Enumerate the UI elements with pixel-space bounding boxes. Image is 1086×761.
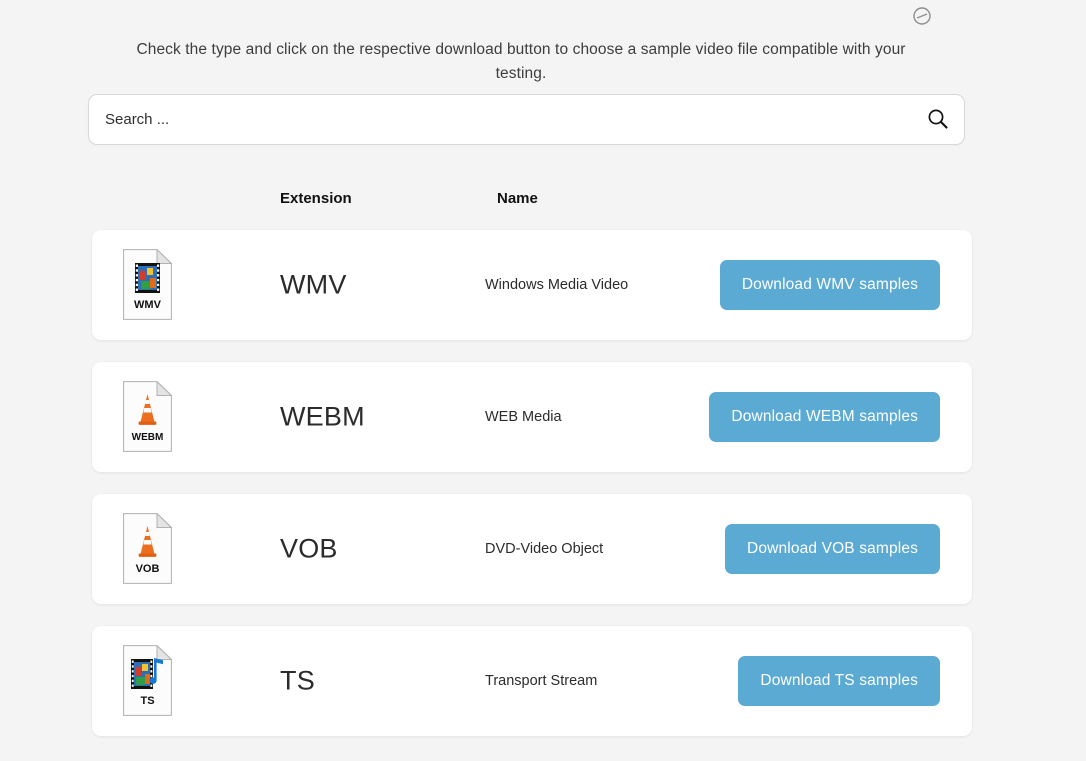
download-button[interactable]: Download WEBM samples bbox=[709, 392, 940, 442]
circle-slash-icon[interactable] bbox=[912, 6, 932, 26]
row-extension: WEBM bbox=[280, 401, 365, 432]
download-button[interactable]: Download TS samples bbox=[738, 656, 940, 706]
file-type-list: WMV WMV Windows Media Video Download WMV… bbox=[92, 230, 972, 758]
row-extension: VOB bbox=[280, 533, 338, 564]
svg-text:WMV: WMV bbox=[134, 299, 162, 311]
search-bar[interactable] bbox=[88, 94, 965, 145]
row-name: WEB Media bbox=[485, 409, 562, 425]
table-row[interactable]: WEBM WEBM WEB Media Download WEBM sample… bbox=[92, 362, 972, 472]
search-input[interactable] bbox=[103, 95, 923, 144]
download-button[interactable]: Download VOB samples bbox=[725, 524, 940, 574]
svg-text:TS: TS bbox=[140, 695, 154, 707]
row-name: Transport Stream bbox=[485, 673, 598, 689]
vlc-cone-file-icon: VOB bbox=[123, 513, 172, 584]
row-name: DVD-Video Object bbox=[485, 541, 604, 557]
row-name: Windows Media Video bbox=[485, 277, 629, 293]
vlc-cone-file-icon: WEBM bbox=[123, 381, 172, 452]
film-strip-file-icon: WMV bbox=[123, 249, 172, 320]
table-header-row: Extension Name bbox=[0, 190, 1086, 212]
row-extension: WMV bbox=[280, 269, 347, 300]
row-extension: TS bbox=[280, 665, 315, 696]
svg-text:VOB: VOB bbox=[136, 563, 160, 575]
table-row[interactable]: TS TS Transport Stream Download TS sampl… bbox=[92, 626, 972, 736]
column-header-name: Name bbox=[497, 190, 538, 207]
page-root: Check the type and click on the respecti… bbox=[0, 0, 1086, 761]
intro-text: Check the type and click on the respecti… bbox=[136, 40, 906, 83]
svg-text:WEBM: WEBM bbox=[132, 432, 164, 443]
film-strip-music-note-file-icon: TS bbox=[123, 645, 172, 716]
column-header-extension: Extension bbox=[280, 190, 352, 207]
table-row[interactable]: VOB VOB DVD-Video Object Download VOB sa… bbox=[92, 494, 972, 604]
download-button[interactable]: Download WMV samples bbox=[719, 260, 940, 310]
search-icon[interactable] bbox=[926, 107, 950, 131]
table-row[interactable]: WMV WMV Windows Media Video Download WMV… bbox=[92, 230, 972, 340]
